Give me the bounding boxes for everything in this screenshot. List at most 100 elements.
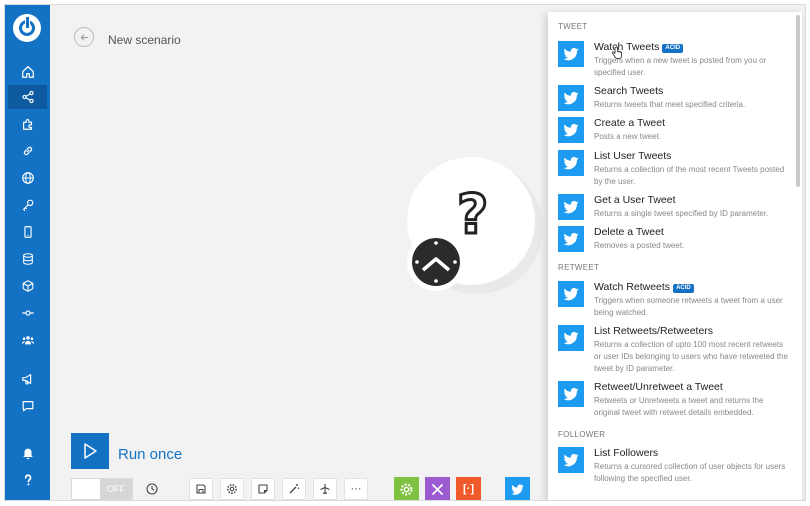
twitter-bird-icon (558, 381, 584, 407)
module-description: Posts a new tweet. (594, 132, 662, 141)
share-icon (21, 90, 34, 104)
sidebar-item-keys[interactable] (8, 193, 47, 217)
sidebar-item-datastores[interactable] (8, 247, 47, 271)
magic-wand-icon (289, 484, 300, 494)
save-icon (196, 484, 206, 494)
team-icon (21, 336, 34, 345)
module-name: Retweet/Unretweet a Tweet (594, 381, 723, 393)
settings-button[interactable] (220, 478, 244, 500)
twitter-bird-icon (558, 150, 584, 176)
cube-icon (22, 280, 33, 292)
toggle-off-label: OFF (100, 479, 132, 499)
module-name: List Followers (594, 447, 659, 459)
globe-icon (21, 172, 34, 184)
auto-align-button[interactable] (282, 478, 306, 500)
twitter-bird-icon (558, 447, 584, 473)
gear-icon (227, 484, 237, 494)
module-name: List User Tweets (594, 150, 672, 162)
twitter-bird-icon (511, 483, 524, 495)
clock-icon (412, 238, 460, 286)
airplane-icon (320, 484, 330, 494)
module-description: Triggers when someone retweets a tweet f… (594, 296, 783, 317)
run-once-label[interactable]: Run once (118, 446, 182, 463)
text-parser-button[interactable]: [·] (456, 477, 481, 500)
scenario-title[interactable]: New scenario (108, 33, 181, 47)
hand-cursor-icon (611, 46, 622, 59)
module-description: Removes a posted tweet. (594, 241, 685, 250)
module-description: Returns a collection of the most recent … (594, 165, 785, 186)
acid-badge: ACID (662, 44, 684, 53)
flow-control-button[interactable] (425, 477, 450, 500)
help-icon (24, 474, 31, 486)
explain-flow-button[interactable] (313, 478, 337, 500)
twitter-bird-icon (558, 117, 584, 143)
sidebar-item-webhooks[interactable] (8, 166, 47, 190)
puzzle-icon (22, 119, 32, 130)
section-label-retweet: RETWEET (558, 263, 600, 272)
module-description: Returns a single tweet specified by ID p… (594, 209, 769, 218)
make-logo[interactable] (13, 14, 41, 42)
sidebar-item-help[interactable] (8, 468, 47, 492)
module-name: List Retweets/Retweeters (594, 325, 714, 337)
module-name: Watch Tweets ACID (594, 41, 684, 53)
question-mark-icon: ? (455, 183, 489, 246)
play-icon (84, 443, 97, 459)
gear-icon (400, 483, 413, 495)
sidebar-item-connections[interactable] (8, 139, 47, 163)
arrow-left-icon (80, 33, 88, 41)
module-name: Create a Tweet (594, 117, 666, 129)
note-icon (258, 484, 268, 494)
sidebar-item-devices[interactable] (8, 220, 47, 244)
sidebar-item-team[interactable] (8, 328, 47, 352)
sidebar-item-flow[interactable] (8, 301, 47, 325)
sidebar-item-scenarios[interactable] (8, 85, 47, 109)
run-once-button[interactable] (71, 433, 109, 469)
flow-icon (21, 310, 34, 316)
schedule-clock[interactable] (407, 233, 465, 291)
module-name: Delete a Tweet (594, 226, 664, 238)
chat-icon (22, 401, 33, 412)
sidebar-item-notifications[interactable] (8, 441, 47, 465)
module-description: Returns tweets that meet specified crite… (594, 100, 746, 109)
sidebar-item-feedback[interactable] (8, 394, 47, 418)
back-button[interactable] (74, 27, 94, 47)
home-icon (21, 66, 34, 78)
module-name: Get a User Tweet (594, 194, 676, 206)
twitter-bird-icon (558, 194, 584, 220)
sidebar (5, 5, 50, 500)
module-picker-panel: TWEET Watch Tweets ACID Triggers when a n… (548, 12, 802, 500)
module-name: Search Tweets (594, 85, 664, 97)
section-label-tweet: TWEET (558, 22, 588, 31)
twitter-bird-icon (558, 41, 584, 67)
module-description: Returns a cursored collection of user ob… (594, 462, 786, 483)
twitter-bird-icon (558, 325, 584, 351)
more-button[interactable]: ··· (344, 478, 368, 500)
save-button[interactable] (189, 478, 213, 500)
key-icon (22, 199, 33, 212)
device-icon (23, 226, 32, 238)
schedule-button[interactable] (140, 478, 164, 500)
clock-icon (146, 483, 158, 495)
twitter-bird-icon (558, 226, 584, 252)
twitter-bird-icon (558, 85, 584, 111)
acid-badge: ACID (673, 284, 694, 293)
bell-icon (22, 448, 33, 460)
app-window: New scenario ? Run once OFF ··· [·] TWEE… (4, 4, 806, 501)
scheduling-toggle[interactable]: OFF (71, 478, 133, 500)
sidebar-item-datastructures[interactable] (8, 274, 47, 298)
sidebar-item-home[interactable] (8, 60, 47, 84)
database-icon (22, 253, 33, 265)
tools-button[interactable] (394, 477, 419, 500)
section-label-follower: FOLLOWER (558, 430, 606, 439)
module-description: Triggers when a new tweet is posted from… (594, 56, 767, 77)
twitter-bird-icon (558, 281, 584, 307)
twitter-module-button[interactable] (505, 477, 530, 500)
sidebar-item-announcements[interactable] (8, 367, 47, 391)
link-icon (23, 146, 32, 156)
module-description: Retweets or Unretweets a tweet and retur… (594, 396, 764, 417)
scrollbar[interactable] (796, 15, 800, 187)
notes-button[interactable] (251, 478, 275, 500)
tools-icon (432, 483, 443, 495)
module-description: Returns a collection of upto 100 most re… (594, 340, 788, 373)
sidebar-item-templates[interactable] (8, 112, 47, 136)
